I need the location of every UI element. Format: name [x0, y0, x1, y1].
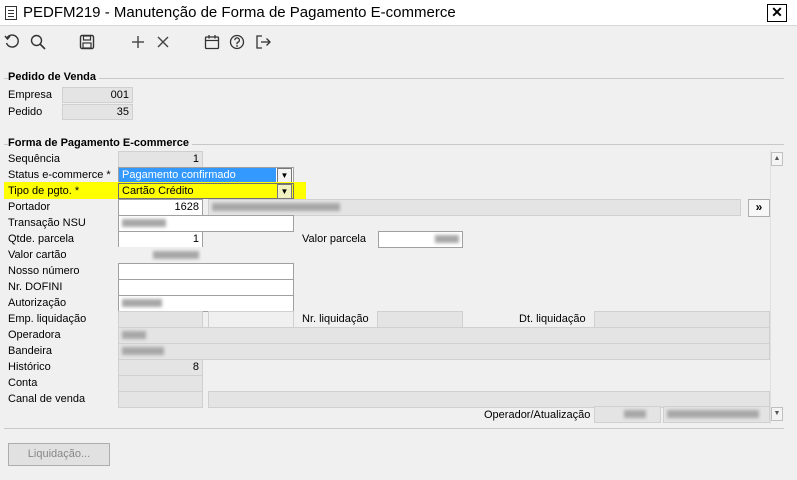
operadora-label: Operadora [8, 329, 61, 341]
liquidacao-button[interactable]: Liquidação... [8, 443, 110, 466]
bandeira-label: Bandeira [8, 345, 53, 357]
app-icon [5, 6, 17, 20]
undo-icon[interactable] [2, 32, 22, 52]
chevron-down-icon[interactable]: ▼ [277, 184, 292, 199]
nosso-numero-label: Nosso número [8, 265, 80, 277]
bottom-separator [4, 428, 784, 429]
close-button[interactable]: ✕ [767, 4, 787, 22]
scroll-down-icon[interactable]: ▼ [771, 407, 783, 421]
scroll-up-icon[interactable]: ▲ [771, 152, 783, 166]
operador-label: Operador/Atualização [484, 409, 591, 421]
valor-parcela-label: Valor parcela [302, 233, 366, 245]
exit-icon[interactable] [253, 32, 273, 52]
nr-liquidacao-field [377, 311, 463, 328]
emp-liquidacao-desc-field [208, 311, 294, 328]
status-label: Status e-commerce * [8, 169, 111, 181]
calendar-icon[interactable] [202, 32, 222, 52]
qtde-label: Qtde. parcela [8, 233, 75, 245]
canal-label: Canal de venda [8, 393, 86, 405]
status-selected-value: Pagamento confirmado [119, 168, 276, 183]
conta-label: Conta [8, 377, 38, 389]
window-title: PEDFM219 - Manutenção de Forma de Pagame… [23, 4, 456, 21]
autorizacao-field[interactable] [118, 295, 294, 312]
transacao-field[interactable] [118, 215, 294, 232]
tipo-label: Tipo de pgto. * [8, 185, 80, 197]
operadora-field [118, 327, 770, 344]
chevron-down-icon[interactable]: ▼ [277, 168, 292, 183]
portador-lookup-button[interactable]: » [748, 199, 770, 217]
help-icon[interactable] [227, 32, 247, 52]
portador-field[interactable]: 1628 [118, 199, 203, 216]
sequencia-field: 1 [118, 151, 203, 168]
empresa-label: Empresa [8, 89, 53, 101]
search-icon[interactable] [28, 32, 48, 52]
add-icon[interactable] [128, 32, 148, 52]
pedido-group [4, 78, 784, 79]
conta-field [118, 375, 203, 392]
nr-liquidacao-label: Nr. liquidação [302, 313, 369, 325]
vertical-scrollbar[interactable] [770, 150, 784, 424]
operador-field [594, 406, 661, 423]
forma-group-title: Forma de Pagamento E-commerce [8, 137, 192, 149]
valor-cartao-field [118, 247, 203, 264]
delete-icon[interactable] [153, 32, 173, 52]
historico-field: 8 [118, 359, 203, 376]
atualizacao-field [663, 406, 770, 423]
bandeira-field [118, 343, 770, 360]
pedido-field: 35 [62, 104, 133, 120]
nr-dofini-field[interactable] [118, 279, 294, 296]
emp-liquidacao-label: Emp. liquidação [8, 313, 87, 325]
historico-label: Histórico [8, 361, 51, 373]
canal-field [118, 391, 203, 408]
valor-cartao-label: Valor cartão [8, 249, 67, 261]
emp-liquidacao-field [118, 311, 203, 328]
tipo-select[interactable]: Cartão Crédito [118, 183, 294, 199]
sequencia-label: Sequência [8, 153, 60, 165]
transacao-label: Transação NSU [8, 217, 86, 229]
qtde-field[interactable]: 1 [118, 231, 203, 248]
pedido-group-title: Pedido de Venda [8, 71, 100, 83]
dt-liquidacao-label: Dt. liquidação [519, 313, 586, 325]
portador-name-field [208, 199, 741, 216]
pedido-label: Pedido [8, 106, 43, 118]
save-icon[interactable] [77, 32, 97, 52]
autorizacao-label: Autorização [8, 297, 67, 309]
dt-liquidacao-field [594, 311, 770, 328]
nosso-numero-field[interactable] [118, 263, 294, 280]
valor-parcela-field[interactable] [378, 231, 463, 248]
nr-dofini-label: Nr. DOFINI [8, 281, 63, 293]
empresa-field: 001 [62, 87, 133, 103]
portador-label: Portador [8, 201, 51, 213]
